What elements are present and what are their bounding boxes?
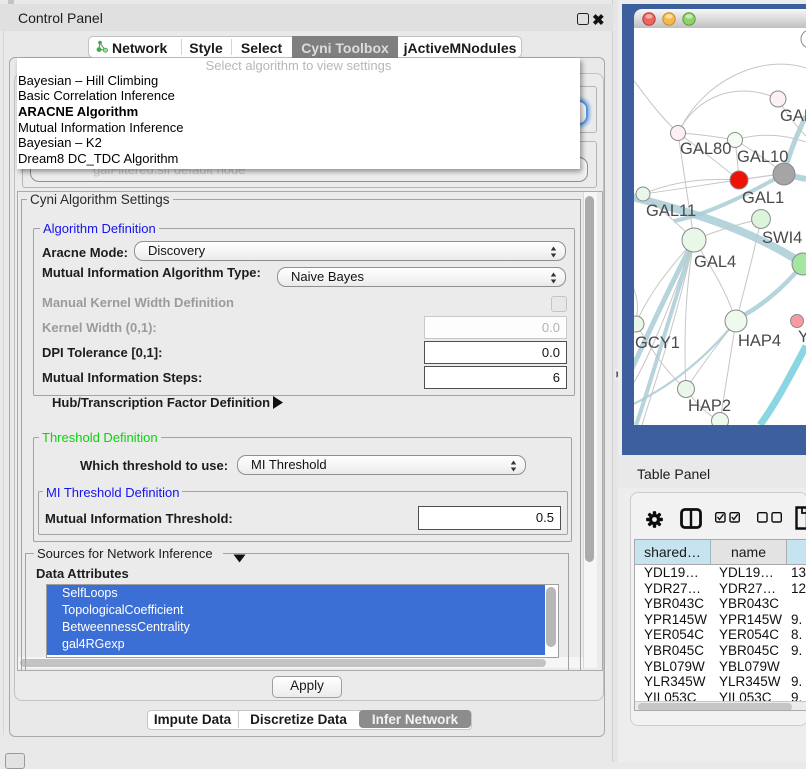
svg-text:GAL11: GAL11 (646, 202, 696, 220)
svg-text:GAL80: GAL80 (680, 140, 731, 158)
svg-text:GAL1: GAL1 (742, 189, 784, 207)
svg-text:GAL7: GAL7 (780, 107, 806, 125)
svg-text:GCY1: GCY1 (635, 334, 680, 352)
svg-text:Y: Y (798, 328, 806, 346)
svg-text:GAL4: GAL4 (694, 253, 736, 271)
svg-text:GAL10: GAL10 (737, 148, 788, 166)
svg-text:HAP2: HAP2 (688, 397, 731, 415)
svg-text:HAP4: HAP4 (738, 332, 781, 350)
svg-text:SWI4: SWI4 (762, 229, 802, 247)
